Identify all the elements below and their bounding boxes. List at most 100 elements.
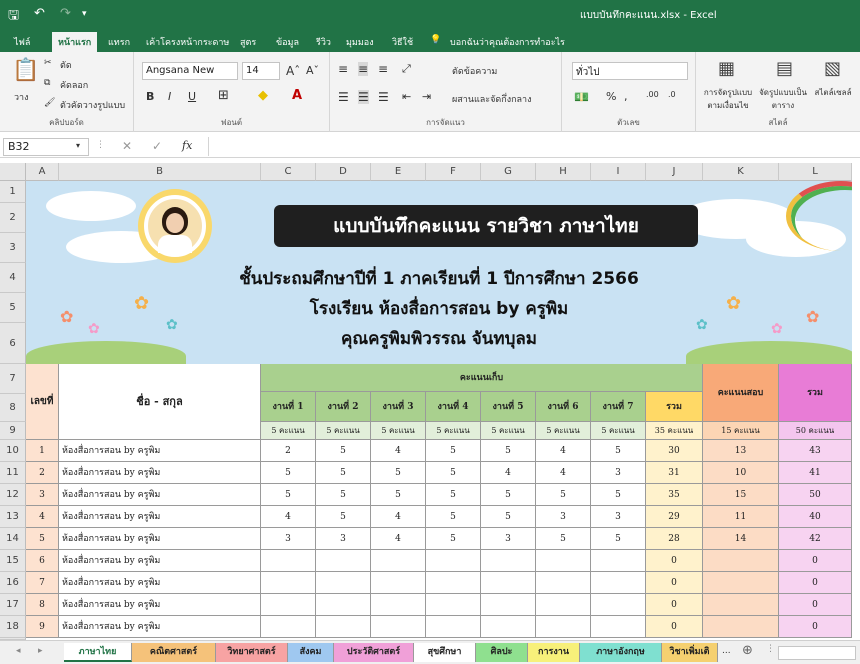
save-icon[interactable]: 🖫 — [8, 6, 19, 28]
format-table-button[interactable]: จัดรูปแบบเป็นตาราง — [758, 86, 808, 112]
tab-page-layout[interactable]: เค้าโครงหน้ากระดาษ — [146, 35, 229, 49]
task-points[interactable]: 5 คะแนน — [536, 422, 591, 440]
task-score[interactable]: 3 — [591, 462, 646, 484]
row-header[interactable]: 9 — [0, 422, 26, 440]
row-header[interactable]: 4 — [0, 263, 26, 293]
task-score[interactable] — [371, 550, 426, 572]
sheet-tab[interactable]: ประวัติศาสตร์ — [334, 643, 414, 662]
task-score[interactable]: 5 — [316, 440, 371, 462]
wrap-text-button[interactable]: ตัดข้อความ — [452, 64, 497, 78]
task-score[interactable] — [481, 572, 536, 594]
row-header[interactable]: 12 — [0, 484, 26, 506]
row-header[interactable]: 1 — [0, 181, 26, 203]
task-score[interactable] — [371, 616, 426, 638]
orientation-icon[interactable]: ⤢ — [402, 62, 411, 76]
row-header[interactable]: 17 — [0, 594, 26, 616]
student-name[interactable]: ห้องสื่อการสอน by ครูพิม — [59, 484, 261, 506]
row-number[interactable]: 2 — [26, 462, 59, 484]
task-header[interactable]: งานที่ 1 — [261, 392, 316, 422]
column-header-d[interactable]: D — [316, 163, 371, 181]
student-name[interactable]: ห้องสื่อการสอน by ครูพิม — [59, 616, 261, 638]
task-score[interactable] — [591, 572, 646, 594]
total-score[interactable]: 29 — [646, 506, 703, 528]
prev-sheet-icon[interactable]: ◂ — [16, 646, 21, 656]
no-header[interactable]: เลขที่ — [26, 364, 59, 440]
name-header[interactable]: ชื่อ - สกุล — [59, 364, 261, 440]
task-score[interactable]: 3 — [316, 528, 371, 550]
task-score[interactable]: 5 — [316, 462, 371, 484]
column-header-a[interactable]: A — [26, 163, 59, 181]
column-header-l[interactable]: L — [779, 163, 852, 181]
merge-center-button[interactable]: ผสานและจัดกึ่งกลาง — [452, 92, 532, 106]
next-sheet-icon[interactable]: ▸ — [38, 646, 43, 656]
row-number[interactable]: 4 — [26, 506, 59, 528]
horizontal-scrollbar[interactable] — [778, 646, 856, 660]
row-number[interactable]: 6 — [26, 550, 59, 572]
row-header[interactable]: 3 — [0, 233, 26, 263]
task-score[interactable] — [261, 616, 316, 638]
conditional-format-button[interactable]: การจัดรูปแบบตามเงื่อนไข — [702, 86, 754, 112]
row-number[interactable]: 1 — [26, 440, 59, 462]
percent-icon[interactable]: % — [606, 90, 616, 103]
task-header[interactable]: งานที่ 4 — [426, 392, 481, 422]
column-header-b[interactable]: B — [59, 163, 261, 181]
task-score[interactable]: 5 — [426, 440, 481, 462]
comma-icon[interactable]: , — [624, 90, 628, 103]
row-header[interactable]: 8 — [0, 394, 26, 422]
column-header-e[interactable]: E — [371, 163, 426, 181]
task-score[interactable] — [426, 594, 481, 616]
sum-header[interactable]: รวม — [779, 364, 852, 422]
sum-score[interactable]: 0 — [779, 550, 852, 572]
more-sheets-button[interactable]: ... — [722, 646, 731, 656]
copy-button[interactable]: คัดลอก — [60, 78, 88, 92]
task-score[interactable]: 5 — [481, 440, 536, 462]
sheet-tab[interactable]: ภาษาอังกฤษ — [580, 643, 662, 662]
task-score[interactable]: 5 — [426, 484, 481, 506]
tab-home[interactable]: หน้าแรก — [52, 32, 98, 52]
tab-data[interactable]: ข้อมูล — [276, 35, 299, 49]
task-score[interactable]: 4 — [371, 506, 426, 528]
task-score[interactable] — [481, 594, 536, 616]
total-score[interactable]: 35 — [646, 484, 703, 506]
tab-file[interactable]: ไฟล์ — [14, 35, 30, 49]
sheet-tab[interactable]: วิชาเพิ่มเติ — [662, 643, 718, 662]
exam-score[interactable] — [703, 616, 779, 638]
row-header[interactable]: 6 — [0, 323, 26, 364]
task-score[interactable]: 2 — [261, 440, 316, 462]
total-points[interactable]: 35 คะแนน — [646, 422, 703, 440]
exam-score[interactable] — [703, 550, 779, 572]
underline-icon[interactable]: U — [188, 90, 196, 103]
task-header[interactable]: งานที่ 7 — [591, 392, 646, 422]
exam-score[interactable]: 14 — [703, 528, 779, 550]
redo-icon[interactable]: ↷ — [60, 6, 71, 21]
number-format-select[interactable]: ทั่วไป — [572, 62, 688, 80]
task-score[interactable] — [426, 550, 481, 572]
column-header-h[interactable]: H — [536, 163, 591, 181]
student-name[interactable]: ห้องสื่อการสอน by ครูพิม — [59, 550, 261, 572]
row-header[interactable]: 13 — [0, 506, 26, 528]
sheet-tab[interactable]: ภาษาไทย — [64, 643, 132, 662]
sum-score[interactable]: 43 — [779, 440, 852, 462]
exam-score[interactable]: 11 — [703, 506, 779, 528]
task-score[interactable]: 5 — [371, 462, 426, 484]
font-name-select[interactable]: Angsana New — [142, 62, 238, 80]
task-header[interactable]: งานที่ 5 — [481, 392, 536, 422]
row-number[interactable]: 8 — [26, 594, 59, 616]
task-score[interactable] — [591, 616, 646, 638]
task-score[interactable] — [371, 594, 426, 616]
task-points[interactable]: 5 คะแนน — [591, 422, 646, 440]
row-header[interactable]: 2 — [0, 203, 26, 233]
tab-view[interactable]: มุมมอง — [346, 35, 374, 49]
enter-icon[interactable]: ✓ — [152, 139, 162, 153]
total-score[interactable]: 31 — [646, 462, 703, 484]
task-points[interactable]: 5 คะแนน — [426, 422, 481, 440]
sheet-tab[interactable]: สังคม — [288, 643, 334, 662]
grow-font-icon[interactable]: Aˆ — [286, 64, 300, 78]
task-score[interactable] — [591, 550, 646, 572]
italic-icon[interactable]: I — [168, 90, 171, 103]
sum-score[interactable]: 0 — [779, 594, 852, 616]
task-score[interactable]: 5 — [591, 484, 646, 506]
exam-score[interactable] — [703, 572, 779, 594]
task-score[interactable]: 4 — [371, 528, 426, 550]
task-score[interactable]: 3 — [536, 506, 591, 528]
